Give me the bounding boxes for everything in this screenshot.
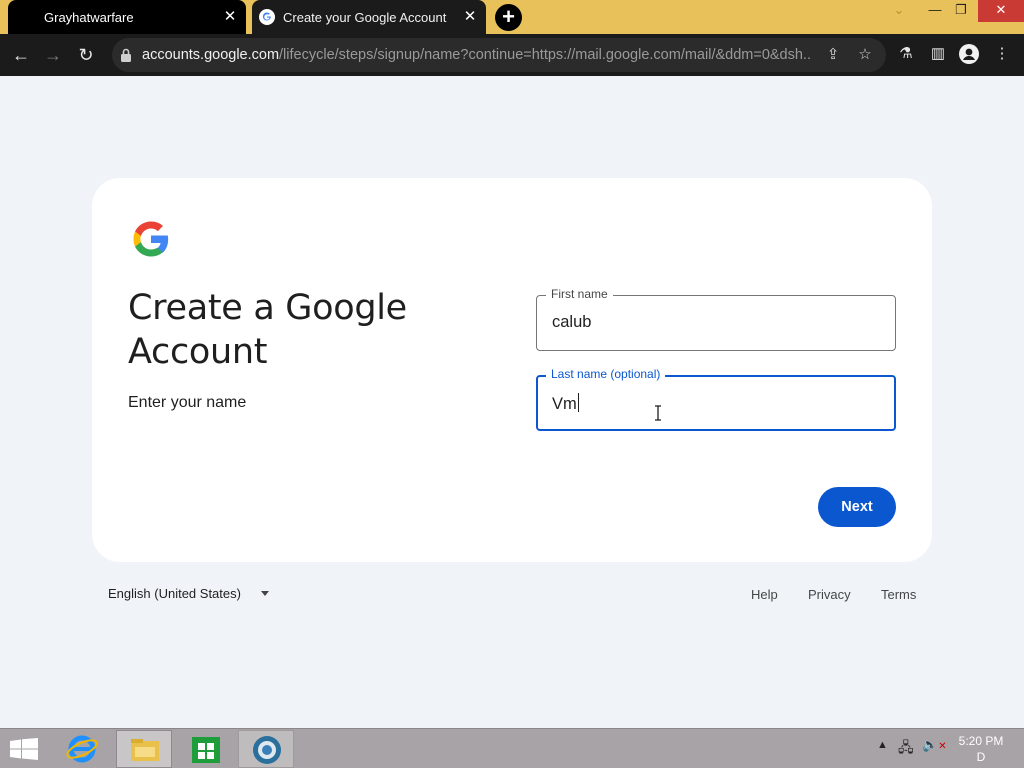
file-explorer-icon[interactable] <box>116 730 172 768</box>
reload-icon[interactable]: ↻ <box>75 44 97 66</box>
volume-muted-icon[interactable]: 🔈✕ <box>922 737 947 753</box>
lock-icon <box>121 48 131 62</box>
page-title: Create a Google Account <box>128 288 407 372</box>
clock[interactable]: 5:20 PM D <box>952 733 1010 765</box>
google-logo-icon <box>133 221 169 257</box>
window-close-button[interactable]: ✕ <box>978 0 1024 22</box>
language-selector[interactable]: English (United States) <box>108 586 269 601</box>
url-path: /lifecycle/steps/signup/name?continue=ht… <box>279 47 812 63</box>
text-caret <box>577 393 579 412</box>
windows-start-icon[interactable] <box>10 738 38 760</box>
text-cursor-icon <box>655 405 661 421</box>
help-link[interactable]: Help <box>751 587 778 602</box>
tab-close-icon[interactable]: ✕ <box>462 9 478 25</box>
chrome-icon[interactable] <box>238 730 294 768</box>
browser-toolbar: ← → ↻ accounts.google.com/lifecycle/step… <box>0 34 1024 76</box>
clock-date: D <box>976 750 986 764</box>
tab-strip: Grayhatwarfare ✕ Create your Google Acco… <box>0 0 1024 34</box>
page-subtitle: Enter your name <box>128 394 247 411</box>
last-name-value: Vm <box>552 395 577 413</box>
share-icon[interactable]: ⇪ <box>824 46 842 64</box>
new-tab-button[interactable]: + <box>495 4 522 31</box>
last-name-input[interactable]: Vm <box>552 393 579 414</box>
clock-time: 5:20 PM <box>958 734 1004 748</box>
first-name-label: First name <box>546 287 613 301</box>
url-domain: accounts.google.com <box>142 47 280 63</box>
tab-search-icon[interactable]: ⌄ <box>884 0 914 22</box>
menu-kebab-icon[interactable]: ⋮ <box>992 44 1012 64</box>
tab-close-icon[interactable]: ✕ <box>222 9 238 25</box>
back-arrow-icon[interactable]: ← <box>10 44 32 66</box>
first-name-field[interactable]: First name calub <box>536 287 896 351</box>
forward-arrow-icon[interactable]: → <box>42 44 64 66</box>
last-name-field[interactable]: Last name (optional) Vm <box>536 367 896 431</box>
privacy-link[interactable]: Privacy <box>808 587 851 602</box>
network-icon[interactable]: 🖧 <box>898 737 914 761</box>
tab-title: Grayhatwarfare <box>44 9 134 25</box>
address-bar[interactable]: accounts.google.com/lifecycle/steps/sign… <box>112 38 886 72</box>
next-button[interactable]: Next <box>818 487 896 527</box>
first-name-input[interactable]: calub <box>552 313 591 332</box>
taskbar: ▲ 🖧 🔈✕ 5:20 PM D <box>0 728 1024 768</box>
signup-card: Create a Google Account Enter your name … <box>92 178 932 562</box>
tab-title: Create your Google Account <box>283 9 447 25</box>
url-text: accounts.google.com/lifecycle/steps/sign… <box>142 47 812 63</box>
bookmark-star-icon[interactable]: ☆ <box>856 46 874 64</box>
tab-create-google-account[interactable]: Create your Google Account ✕ <box>252 0 486 34</box>
dropdown-arrow-icon <box>260 591 269 596</box>
terms-link[interactable]: Terms <box>881 587 916 602</box>
tab-grayhatwarfare[interactable]: Grayhatwarfare ✕ <box>8 0 246 34</box>
extensions-icon[interactable]: ⚗ <box>896 44 916 64</box>
internet-explorer-icon[interactable] <box>54 730 110 768</box>
google-favicon-icon <box>259 9 275 25</box>
language-label: English (United States) <box>108 586 241 601</box>
side-panel-icon[interactable]: ▥ <box>928 44 948 64</box>
show-hidden-icons[interactable]: ▲ <box>877 739 888 751</box>
profile-avatar-icon[interactable] <box>959 44 979 64</box>
restore-button[interactable]: ❐ <box>946 0 976 22</box>
store-icon[interactable] <box>178 730 234 768</box>
last-name-label: Last name (optional) <box>546 367 666 381</box>
